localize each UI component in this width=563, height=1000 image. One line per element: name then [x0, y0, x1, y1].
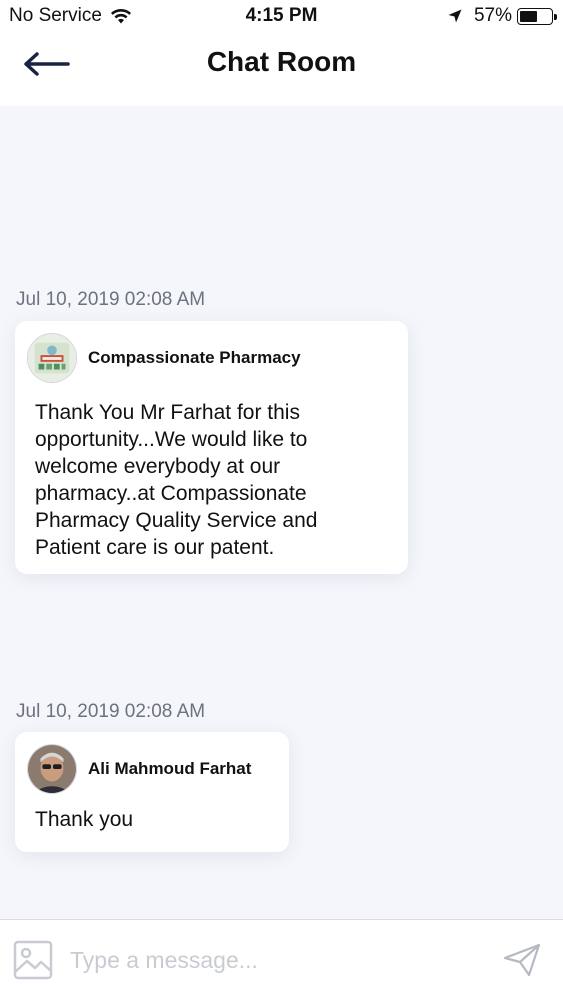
page-title: Chat Room — [206, 46, 357, 77]
message-sender: Ali Mahmoud Farhat — [27, 744, 251, 794]
chat-area[interactable]: Jul 10, 2019 02:08 AM Compassionate Phar… — [0, 106, 563, 919]
image-icon[interactable] — [13, 940, 53, 980]
battery-icon — [517, 7, 557, 25]
header: Chat Room — [0, 32, 563, 106]
avatar — [27, 333, 77, 383]
avatar — [27, 744, 77, 794]
message-bubble: Compassionate Pharmacy Thank You Mr Farh… — [15, 321, 408, 574]
sender-name: Ali Mahmoud Farhat — [88, 759, 252, 778]
location-arrow-icon — [448, 9, 462, 23]
battery-percent: 57% — [473, 5, 512, 26]
battery-nub — [554, 13, 557, 20]
user-photo-avatar — [28, 745, 76, 793]
message-input[interactable] — [70, 938, 470, 982]
message-sender: Compassionate Pharmacy — [27, 333, 301, 383]
message-timestamp: Jul 10, 2019 02:08 AM — [16, 289, 206, 310]
message-bubble: Ali Mahmoud Farhat Thank you — [15, 732, 289, 852]
sender-name: Compassionate Pharmacy — [88, 348, 301, 367]
message-text: Thank You Mr Farhat for this opportunity… — [35, 401, 318, 559]
battery-fill — [520, 10, 537, 22]
status-bar: No Service 4:15 PM 57% — [0, 0, 563, 32]
message-text: Thank you — [35, 808, 134, 831]
status-right: 57% — [448, 5, 557, 27]
pharmacy-logo-avatar — [28, 334, 76, 382]
message-timestamp: Jul 10, 2019 02:08 AM — [16, 701, 206, 722]
message-input-bar — [0, 919, 563, 1000]
send-icon[interactable] — [503, 943, 541, 977]
